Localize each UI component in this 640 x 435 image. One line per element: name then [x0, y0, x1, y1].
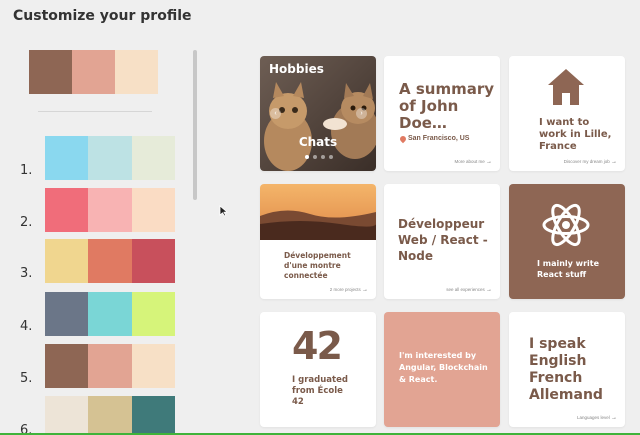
home-icon: [548, 69, 584, 105]
mouse-cursor-icon: [219, 205, 229, 217]
color-swatch: [131, 188, 175, 232]
palette-option-1[interactable]: 1.: [0, 136, 200, 180]
palette-option-5[interactable]: 5.: [0, 344, 200, 388]
job-card[interactable]: Développeur Web / React - Node see all e…: [384, 184, 500, 299]
color-swatch: [45, 136, 89, 180]
arrow-right-icon: →: [486, 159, 492, 165]
interests-card[interactable]: I'm interested by Angular, Blockchain & …: [384, 312, 500, 427]
dream-job-link[interactable]: Discover my dream job →: [564, 159, 617, 165]
color-swatch: [131, 136, 175, 180]
location-pin-icon: [398, 134, 408, 144]
education-card[interactable]: 42 I graduated from École 42: [260, 312, 376, 427]
interests-text: I'm interested by Angular, Blockchain & …: [399, 351, 488, 384]
job-text: Développeur Web / React - Node: [398, 217, 488, 263]
more-projects-link[interactable]: 2 more projects →: [330, 287, 368, 293]
summary-card[interactable]: A summary of John Doe… San Francisco, US…: [384, 56, 500, 171]
carousel-next-icon[interactable]: ›: [356, 108, 367, 119]
color-swatch: [88, 136, 132, 180]
palette-swatches: [45, 188, 175, 232]
palette-swatches: [45, 292, 175, 336]
palette-scrollbar[interactable]: [193, 50, 197, 200]
hobbies-caption: Chats: [298, 135, 338, 149]
palette-option-6[interactable]: 6.: [0, 396, 200, 435]
palette-number: 5.: [20, 371, 33, 386]
languages-card[interactable]: I speak English French Allemand Language…: [509, 312, 625, 427]
palette-swatches: [45, 396, 175, 435]
color-swatch: [88, 396, 132, 435]
react-text: I mainly write React stuff: [537, 259, 600, 279]
arrow-right-icon: →: [486, 287, 492, 293]
palette-number: 1.: [20, 163, 33, 178]
palette-option-2[interactable]: 2.: [0, 188, 200, 232]
palette-swatches: [45, 239, 175, 283]
link-label: see all experiences: [446, 287, 485, 292]
color-swatch: [131, 239, 175, 283]
color-swatch: [45, 292, 89, 336]
carousel-prev-icon[interactable]: ‹: [270, 108, 281, 119]
color-swatch: [88, 188, 132, 232]
carousel-dots[interactable]: [305, 155, 333, 159]
arrow-right-icon: →: [362, 287, 368, 293]
summary-title: A summary of John Doe…: [399, 80, 494, 132]
current-swatch: [115, 50, 158, 94]
all-experiences-link[interactable]: see all experiences →: [446, 287, 492, 293]
arrow-right-icon: →: [611, 159, 617, 165]
project-text: Développement d'une montre connectée: [284, 251, 351, 280]
color-swatch: [88, 292, 132, 336]
education-text: I graduated from École 42: [292, 375, 348, 407]
palette-option-3[interactable]: 3.: [0, 239, 200, 283]
languages-text: I speak English French Allemand: [529, 336, 603, 403]
school-42-logo: 42: [292, 324, 343, 368]
link-label: 2 more projects: [329, 287, 361, 292]
color-swatch: [88, 239, 132, 283]
hobbies-card[interactable]: Hobbies ‹ › Chats: [260, 56, 376, 171]
summary-location: San Francisco, US: [408, 135, 470, 142]
color-swatch: [45, 344, 89, 388]
color-swatch: [131, 344, 175, 388]
current-palette[interactable]: [29, 50, 158, 94]
color-swatch: [45, 396, 89, 435]
color-swatch: [45, 188, 89, 232]
palette-number: 4.: [20, 319, 33, 334]
current-swatch: [72, 50, 115, 94]
work-location-card[interactable]: I want to work in Lille, France Discover…: [509, 56, 625, 171]
color-swatch: [131, 292, 175, 336]
desert-photo: [260, 184, 376, 240]
hobbies-title: Hobbies: [269, 62, 324, 76]
link-label: Languages level: [576, 415, 610, 420]
palette-swatches: [45, 344, 175, 388]
react-card[interactable]: I mainly write React stuff: [509, 184, 625, 299]
languages-level-link[interactable]: Languages level →: [577, 415, 617, 421]
link-label: Discover my dream job: [563, 159, 610, 164]
page-title: Customize your profile: [13, 8, 192, 24]
project-card[interactable]: Développement d'une montre connectée 2 m…: [260, 184, 376, 299]
palette-number: 2.: [20, 215, 33, 230]
work-text: I want to work in Lille, France: [539, 117, 612, 152]
palette-list: 1. 2. 3. 4. 5. 6.: [0, 40, 200, 435]
palette-option-4[interactable]: 4.: [0, 292, 200, 336]
palette-number: 3.: [20, 266, 33, 281]
link-label: More about me: [454, 159, 485, 164]
palette-swatches: [45, 136, 175, 180]
arrow-right-icon: →: [611, 415, 617, 421]
current-swatch: [29, 50, 72, 94]
react-atom-icon: [542, 203, 590, 247]
divider: [38, 111, 152, 112]
more-about-me-link[interactable]: More about me →: [454, 159, 492, 165]
color-swatch: [45, 239, 89, 283]
color-swatch: [88, 344, 132, 388]
color-swatch: [131, 396, 175, 435]
